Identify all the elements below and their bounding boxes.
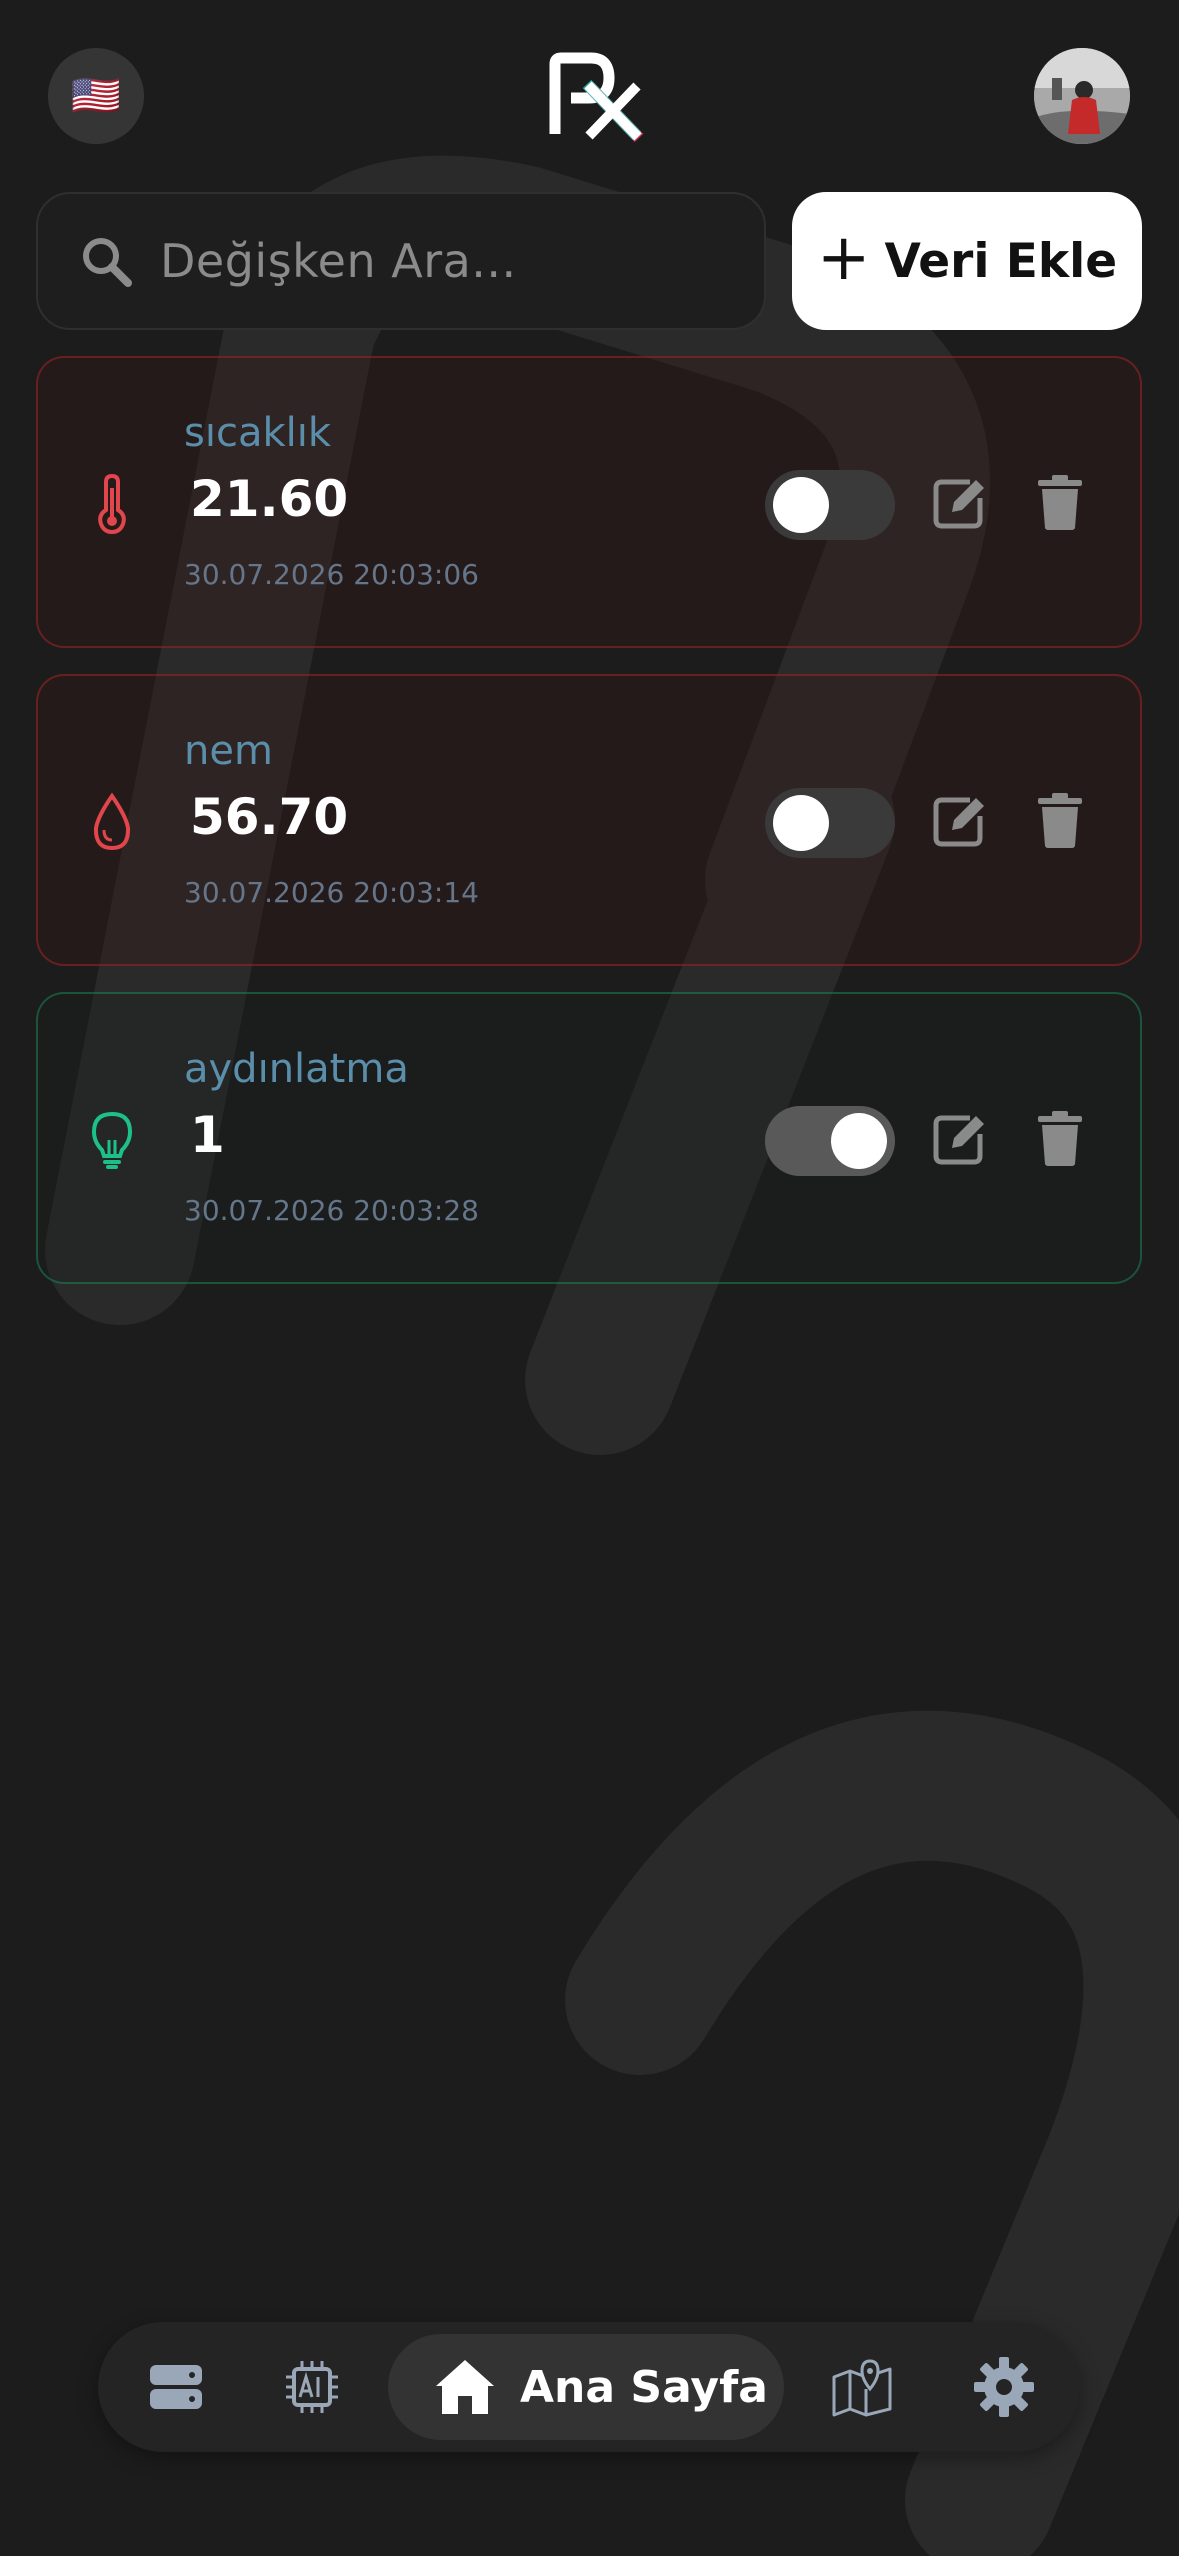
variable-value: 1 [190,1106,225,1164]
gear-icon[interactable] [972,2355,1036,2419]
variable-toggle[interactable] [765,788,895,858]
variable-toggle[interactable] [765,1106,895,1176]
variable-timestamp: 30.07.2026 20:03:14 [184,876,479,909]
toggle-knob [773,795,829,851]
add-data-button[interactable]: + Veri Ekle [792,192,1142,330]
search-icon [83,238,132,287]
variable-name: nem [184,728,273,774]
trash-icon[interactable] [1030,472,1090,532]
toggle-knob [773,477,829,533]
search-field[interactable]: Değişken Ara... [36,192,766,330]
add-data-label: Veri Ekle [884,233,1118,289]
server-icon[interactable] [144,2355,208,2419]
us-flag-icon: 🇺🇸 [71,73,121,119]
variable-toggle[interactable] [765,470,895,540]
user-avatar[interactable] [1034,48,1130,144]
bottom-navigation: Ana Sayfa [98,2322,1080,2452]
nav-home-label: Ana Sayfa [520,2361,768,2413]
thermometer-icon [98,474,126,534]
map-icon[interactable] [830,2355,894,2419]
home-icon [436,2360,494,2414]
variable-value: 21.60 [190,470,349,528]
plus-icon: + [816,221,871,295]
variable-timestamp: 30.07.2026 20:03:06 [184,558,479,591]
water-drop-icon [93,792,131,851]
ai-chip-icon[interactable] [280,2355,344,2419]
trash-icon[interactable] [1030,790,1090,850]
variable-name: sıcaklık [184,410,332,456]
nav-home-button[interactable]: Ana Sayfa [388,2334,784,2440]
trash-icon[interactable] [1030,1108,1090,1168]
top-bar: 🇺🇸 [0,0,1179,190]
variable-value: 56.70 [190,788,349,846]
edit-icon[interactable] [930,472,990,532]
edit-icon[interactable] [930,1108,990,1168]
variable-card-nem[interactable]: nem 56.70 30.07.2026 20:03:14 [36,674,1142,966]
language-selector-button[interactable]: 🇺🇸 [48,48,144,144]
variable-card-aydinlatma[interactable]: aydınlatma 1 30.07.2026 20:03:28 [36,992,1142,1284]
lightbulb-icon [91,1111,133,1169]
app-logo [549,52,644,142]
variable-timestamp: 30.07.2026 20:03:28 [184,1194,479,1227]
toggle-knob [831,1113,887,1169]
edit-icon[interactable] [930,790,990,850]
variable-name: aydınlatma [184,1046,409,1092]
variable-card-sicaklik[interactable]: sıcaklık 21.60 30.07.2026 20:03:06 [36,356,1142,648]
avatar-photo [1034,48,1130,144]
search-placeholder: Değişken Ara... [160,234,517,288]
